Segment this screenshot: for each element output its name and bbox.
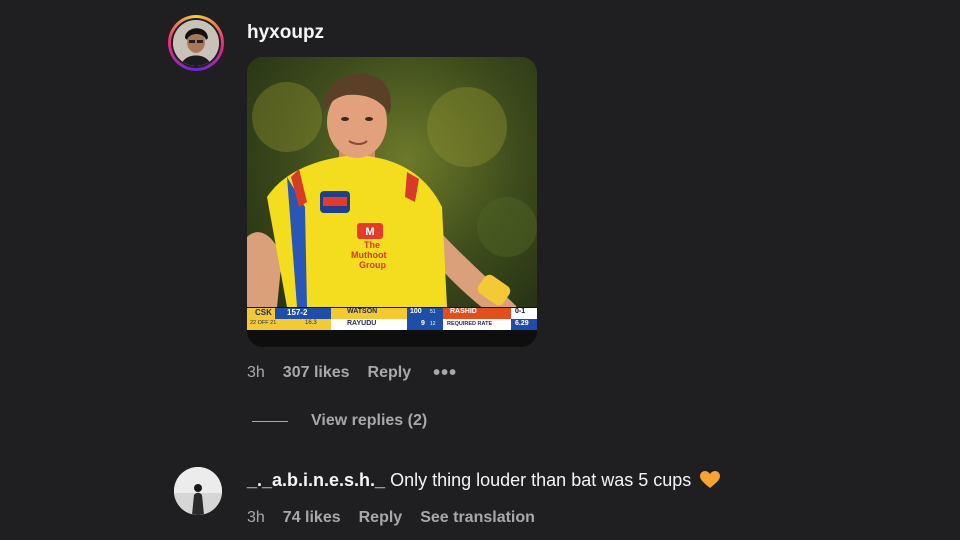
scoreboard-batter2-balls: 12 (430, 321, 436, 327)
sponsor-line-2: Muthoot (351, 250, 387, 260)
cricket-player-image: M (247, 57, 537, 347)
sponsor-line-1: The (364, 240, 381, 250)
see-translation-button[interactable]: See translation (420, 509, 535, 527)
likes-count-link[interactable]: 307 likes (283, 364, 350, 382)
scoreboard-run-rate: 16.3 (305, 320, 317, 326)
scoreboard-required-rate-label: REQUIRED RATE (447, 321, 493, 327)
scoreboard-bowler: RASHID (450, 308, 477, 315)
comment-time: 3h (247, 509, 265, 526)
avatar (173, 20, 219, 66)
sponsor-line-3: Group (359, 260, 386, 270)
scoreboard-batter2-runs: 9 (421, 320, 425, 327)
reply-button[interactable]: Reply (368, 364, 412, 382)
scoreboard-bowler-figures: 0-1 (515, 308, 526, 315)
avatar-ring-gap (171, 18, 221, 68)
scoreboard-batter1: WATSON (347, 308, 378, 315)
person-avatar-icon (173, 20, 219, 66)
story-ring-avatar[interactable] (168, 15, 224, 71)
scoreboard-batter1-balls: 51 (430, 309, 436, 315)
scoreboard-overs: 22 OFF 21 (250, 320, 277, 326)
comment-username[interactable]: _._a.b.i.n.e.s.h._ (247, 470, 385, 490)
scoreboard-batter2: RAYUDU (347, 320, 377, 327)
comment-gif-media[interactable]: M CSK 157-2 WATSON 100 51 RASHID 0-1 22 … (247, 57, 537, 347)
person-silhouette-avatar-icon (174, 467, 222, 515)
comment-text: Only thing louder than bat was 5 cups (390, 470, 692, 490)
scoreboard-batter1-runs: 100 (410, 308, 422, 315)
comment-time: 3h (247, 364, 265, 381)
view-replies-row[interactable]: View replies (2) (252, 412, 427, 430)
scoreboard-required-rate: 6.29 (515, 320, 529, 327)
likes-count-link[interactable]: 74 likes (283, 509, 341, 527)
comment-meta-row: 3h 74 likes Reply See translation (247, 507, 535, 529)
comment-text-line: _._a.b.i.n.e.s.h._ Only thing louder tha… (247, 470, 721, 494)
orange-heart-icon (700, 471, 721, 494)
view-replies-button[interactable]: View replies (2) (311, 412, 427, 430)
reply-button[interactable]: Reply (359, 509, 403, 527)
svg-text:M: M (365, 226, 374, 238)
scoreboard-team: CSK (255, 308, 272, 317)
more-options-icon[interactable]: ••• (433, 362, 457, 385)
avatar[interactable] (174, 467, 222, 515)
scoreboard-score: 157-2 (287, 308, 308, 317)
comment-meta-row: 3h 307 likes Reply ••• (247, 362, 457, 384)
replies-divider-line (252, 420, 288, 422)
comment-username[interactable]: hyxoupz (247, 22, 324, 44)
